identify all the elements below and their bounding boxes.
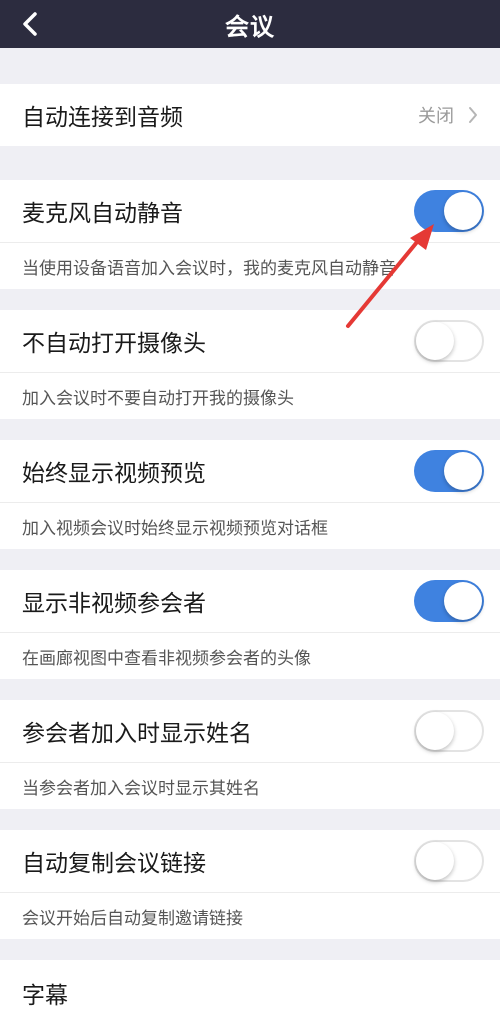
setting-label: 自动连接到音频 (22, 105, 183, 131)
setting-description: 加入会议时不要自动打开我的摄像头 (0, 372, 500, 419)
setting-value-text: 关闭 (418, 106, 454, 127)
no-auto-camera-toggle[interactable] (414, 320, 484, 362)
mic-auto-mute-toggle[interactable] (414, 190, 484, 232)
auto-copy-link-toggle[interactable] (414, 840, 484, 882)
chevron-right-icon (469, 107, 477, 123)
video-preview-toggle[interactable] (414, 450, 484, 492)
setting-label: 参会者加入时显示姓名 (22, 721, 252, 747)
setting-value: 关闭 (418, 102, 478, 128)
toggle-knob (416, 842, 454, 880)
show-non-video-toggle[interactable] (414, 580, 484, 622)
setting-mic-auto-mute: 麦克风自动静音 (0, 180, 500, 242)
page-title: 会议 (225, 12, 275, 41)
setting-description: 当参会者加入会议时显示其姓名 (0, 762, 500, 809)
setting-label: 显示非视频参会者 (22, 591, 206, 617)
setting-description-text: 当参会者加入会议时显示其姓名 (22, 778, 260, 799)
toggle-knob (416, 712, 454, 750)
chevron-left-icon (23, 12, 37, 36)
setting-label: 始终显示视频预览 (22, 461, 206, 487)
setting-label: 自动复制会议链接 (22, 851, 206, 877)
show-join-name-toggle[interactable] (414, 710, 484, 752)
nav-bar: 会议 (0, 0, 500, 48)
setting-label: 麦克风自动静音 (22, 201, 183, 227)
setting-description-text: 加入会议时不要自动打开我的摄像头 (22, 388, 294, 409)
setting-description-text: 加入视频会议时始终显示视频预览对话框 (22, 518, 328, 539)
setting-video-preview: 始终显示视频预览 (0, 440, 500, 502)
setting-auto-connect-audio[interactable]: 自动连接到音频 关闭 (0, 84, 500, 146)
toggle-knob (444, 452, 482, 490)
setting-auto-copy-link: 自动复制会议链接 (0, 830, 500, 892)
setting-show-join-name: 参会者加入时显示姓名 (0, 700, 500, 762)
setting-description: 在画廊视图中查看非视频参会者的头像 (0, 632, 500, 679)
setting-label: 不自动打开摄像头 (22, 331, 206, 357)
setting-description: 加入视频会议时始终显示视频预览对话框 (0, 502, 500, 549)
setting-captions[interactable]: 字幕 (0, 960, 500, 1036)
setting-show-non-video: 显示非视频参会者 (0, 570, 500, 632)
setting-description: 会议开始后自动复制邀请链接 (0, 892, 500, 939)
setting-description-text: 会议开始后自动复制邀请链接 (22, 908, 243, 929)
toggle-knob (444, 582, 482, 620)
toggle-knob (444, 192, 482, 230)
setting-description-text: 在画廊视图中查看非视频参会者的头像 (22, 648, 311, 669)
back-button[interactable] (10, 0, 50, 48)
setting-no-auto-camera: 不自动打开摄像头 (0, 310, 500, 372)
setting-description-text: 当使用设备语音加入会议时，我的麦克风自动静音 (22, 258, 396, 279)
setting-description: 当使用设备语音加入会议时，我的麦克风自动静音 (0, 242, 500, 289)
setting-label: 字幕 (22, 983, 68, 1009)
toggle-knob (416, 322, 454, 360)
